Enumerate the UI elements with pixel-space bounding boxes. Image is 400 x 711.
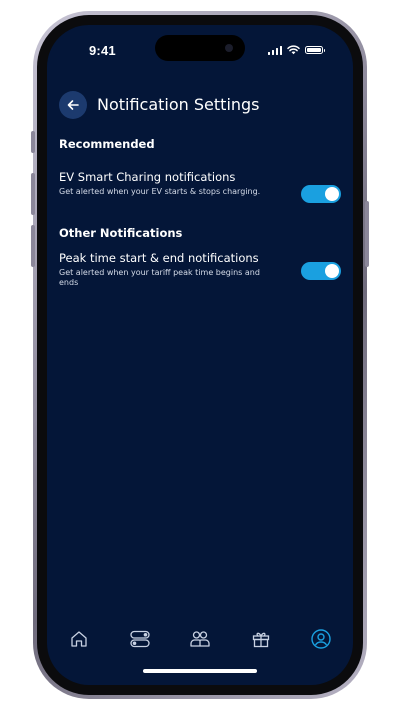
section-heading-other-notifications: Other Notifications <box>59 226 183 240</box>
peak-time-toggle[interactable] <box>301 262 341 280</box>
setting-title: Peak time start & end notifications <box>59 251 259 265</box>
toggles-icon <box>130 630 150 648</box>
tab-community[interactable] <box>188 627 212 651</box>
ev-smart-charging-toggle[interactable] <box>301 185 341 203</box>
tab-profile[interactable] <box>309 627 333 651</box>
setting-description: Get alerted when your tariff peak time b… <box>59 268 260 287</box>
battery-icon <box>305 46 325 54</box>
profile-icon <box>311 629 331 649</box>
setting-description: Get alerted when your EV starts & stops … <box>59 187 261 196</box>
arrow-left-icon <box>67 100 79 110</box>
power-button <box>365 201 369 267</box>
tab-controls[interactable] <box>128 627 152 651</box>
setting-row-ev-smart-charging: EV Smart Charing notifications Get alert… <box>59 170 341 197</box>
volume-down-button <box>31 225 35 267</box>
home-indicator[interactable] <box>143 669 257 673</box>
dynamic-island <box>155 35 245 61</box>
toggle-knob <box>325 264 339 278</box>
cellular-signal-icon <box>267 45 282 55</box>
tab-rewards[interactable] <box>249 627 273 651</box>
toggle-knob <box>325 187 339 201</box>
mute-switch <box>31 131 35 153</box>
phone-frame: 9:41 Notification Settings Recommended E… <box>31 11 369 699</box>
tab-home[interactable] <box>67 627 91 651</box>
setting-row-peak-time: Peak time start & end notifications Get … <box>59 251 341 288</box>
community-icon <box>190 631 210 647</box>
home-icon <box>71 631 87 647</box>
back-button[interactable] <box>59 91 87 119</box>
status-time: 9:41 <box>89 43 116 58</box>
section-heading-recommended: Recommended <box>59 137 155 151</box>
volume-up-button <box>31 173 35 215</box>
bottom-tab-bar <box>47 627 353 655</box>
setting-title: EV Smart Charing notifications <box>59 170 236 184</box>
camera-icon <box>225 44 233 52</box>
app-screen: 9:41 Notification Settings Recommended E… <box>47 25 353 685</box>
wifi-icon <box>287 45 300 55</box>
status-icons <box>267 45 325 55</box>
page-title: Notification Settings <box>97 95 260 114</box>
gift-icon <box>252 632 270 648</box>
